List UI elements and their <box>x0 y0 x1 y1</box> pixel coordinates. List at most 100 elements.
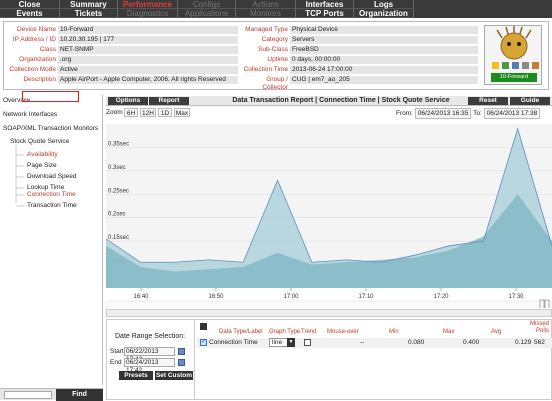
nav-logs[interactable]: Logs <box>354 0 414 9</box>
bottom-panel: Date Range Selection: Start 06/22/2013 1… <box>106 319 552 400</box>
group-collector-value: CUG | em7_ao_205 <box>290 76 478 84</box>
trend-checkbox[interactable] <box>304 339 311 346</box>
find-button[interactable]: Find <box>56 389 103 401</box>
zoom-1d-button[interactable]: 1D <box>158 108 172 117</box>
description-label: Description <box>23 76 56 83</box>
x-tick-label: 16:40 <box>133 294 149 300</box>
col-header-max: Max <box>443 329 455 335</box>
series-checkbox[interactable]: ✓ <box>200 339 207 346</box>
zoom-row: Zoom 6H 12H 1D Max From: 06/24/2013 16:3… <box>106 107 552 119</box>
collection-mode-label: Collection Mode <box>9 66 56 73</box>
nav-tickets[interactable]: Tickets <box>60 9 118 18</box>
device-info-panel: Device Name 10-Forward IP Address / ID 1… <box>3 21 549 91</box>
row-min: 0.080 <box>408 339 425 346</box>
chart-title: Data Transaction Report | Connection Tim… <box>232 97 450 104</box>
nav-events[interactable]: Events <box>0 9 60 18</box>
date-range-title: Date Range Selection: <box>115 333 186 340</box>
device-name-label: Device Name <box>16 26 56 33</box>
nav-organization[interactable]: Organization <box>354 9 414 18</box>
zoom-label: Zoom <box>106 109 123 116</box>
edit-icon <box>532 62 539 69</box>
ip-value: 10.20.30.195 | 177 <box>58 36 238 44</box>
organization-label: Organization <box>19 56 56 63</box>
row-label: Connection Time <box>209 339 258 346</box>
chevron-down-icon[interactable]: ▼ <box>287 338 295 347</box>
ip-label: IP Address / ID <box>12 36 56 43</box>
top-nav: Close Summary Performance Configs Action… <box>0 0 552 18</box>
find-bar: Find <box>0 388 103 401</box>
collection-mode-value: Active <box>58 66 238 74</box>
start-date-input[interactable]: 06/22/2013 17:42 <box>124 347 175 363</box>
options-button[interactable]: Options <box>108 97 148 105</box>
add-icon[interactable] <box>200 323 207 330</box>
presets-button[interactable]: Presets <box>119 371 153 380</box>
status-icon <box>502 62 509 69</box>
sidebar-tree: Overview Network Interfaces SOAP/XML Tra… <box>0 95 103 385</box>
print-icon <box>522 62 529 69</box>
set-custom-button[interactable]: Set Custom <box>155 371 193 380</box>
nav-performance[interactable]: Performance <box>118 0 178 9</box>
x-tick-label: 17:30 <box>508 294 524 300</box>
x-tick-label: 16:50 <box>208 294 224 300</box>
nav-diagnostics[interactable]: Diagnostics <box>118 9 178 18</box>
row-mouseover: -- <box>360 339 365 346</box>
device-logo-label: 10-Forward <box>499 74 529 80</box>
start-calendar-icon[interactable] <box>178 348 185 355</box>
nav-tcp-ports[interactable]: TCP Ports <box>296 9 354 18</box>
end-calendar-icon[interactable] <box>178 359 185 366</box>
x-tick-label: 17:10 <box>358 294 374 300</box>
row-avg: 0.129 <box>515 339 532 346</box>
connection-time-chart[interactable]: 0.35sec0.3sec0.25sec0.2sec0.15sec0.1sec1… <box>106 118 552 308</box>
navigator-handle-left[interactable] <box>539 299 545 308</box>
nav-interfaces[interactable]: Interfaces <box>296 0 354 9</box>
col-header-avg: Avg <box>491 329 502 335</box>
nav-applications[interactable]: Applications <box>178 9 236 18</box>
device-logo: 10-Forward <box>484 25 542 85</box>
collection-time-label: Collection Time <box>243 66 288 73</box>
device-name-value: 10-Forward <box>58 26 238 34</box>
category-label: Category <box>261 36 288 43</box>
chart-header: Options Report Data Transaction Report |… <box>106 96 552 106</box>
x-tick-label: 17:20 <box>433 294 449 300</box>
organization-value: .org <box>58 56 238 64</box>
zoom-6h-button[interactable]: 6H <box>124 108 138 117</box>
navigator[interactable] <box>106 300 552 308</box>
find-input[interactable] <box>4 391 52 399</box>
nav-close[interactable]: Close <box>0 0 60 9</box>
sub-class-label: Sub-Class <box>258 46 288 53</box>
uptime-label: Uptime <box>267 56 288 63</box>
col-header-trend: Trend <box>301 329 317 335</box>
nav-configs[interactable]: Configs <box>178 0 236 9</box>
from-label: From: <box>396 110 413 117</box>
row-max: 0.400 <box>463 339 480 346</box>
date-range-panel: Date Range Selection: Start 06/22/2013 1… <box>107 320 195 400</box>
nav-monitors[interactable]: Monitors <box>236 9 296 18</box>
col-header-graph-type: Graph Type <box>269 329 301 335</box>
nav-actions[interactable]: Actions <box>236 0 296 9</box>
y-tick-label: 0.25sec <box>108 188 129 194</box>
selected-item-highlight <box>22 91 79 102</box>
zoom-12h-button[interactable]: 12H <box>140 108 156 117</box>
end-date-input[interactable]: 06/24/2013 17:42 <box>124 358 175 374</box>
description-value: Apple AirPort - Apple Computer, 2006. Al… <box>58 76 238 84</box>
group-collector-label: Group / Collector <box>262 76 288 91</box>
tools-icon <box>512 62 519 69</box>
navigator-handle-right[interactable] <box>544 299 550 308</box>
y-tick-label: 0.15sec <box>108 235 129 241</box>
sub-class-value: FreeBSD <box>290 46 478 54</box>
zoom-max-button[interactable]: Max <box>174 108 190 117</box>
data-table: Data Type/Label Graph Type Trend Mouse-o… <box>197 320 552 400</box>
reset-button[interactable]: Reset <box>468 97 508 105</box>
managed-type-label: Managed Type <box>245 26 288 33</box>
uptime-value: 0 days, 00:00:00 <box>290 56 478 64</box>
chart-scrollbar[interactable] <box>106 309 552 317</box>
nav-summary[interactable]: Summary <box>60 0 118 9</box>
report-button[interactable]: Report <box>149 97 189 105</box>
col-header-mouseover: Mouse-over <box>327 329 359 335</box>
col-header-missed-polls: Missed Polls <box>529 321 549 334</box>
class-value: NET-SNMP <box>58 46 238 54</box>
category-value: Servers <box>290 36 478 44</box>
graph-type-value: line <box>272 339 283 346</box>
row-missed-polls: 562 <box>534 339 545 346</box>
guide-button[interactable]: Guide <box>510 97 550 105</box>
